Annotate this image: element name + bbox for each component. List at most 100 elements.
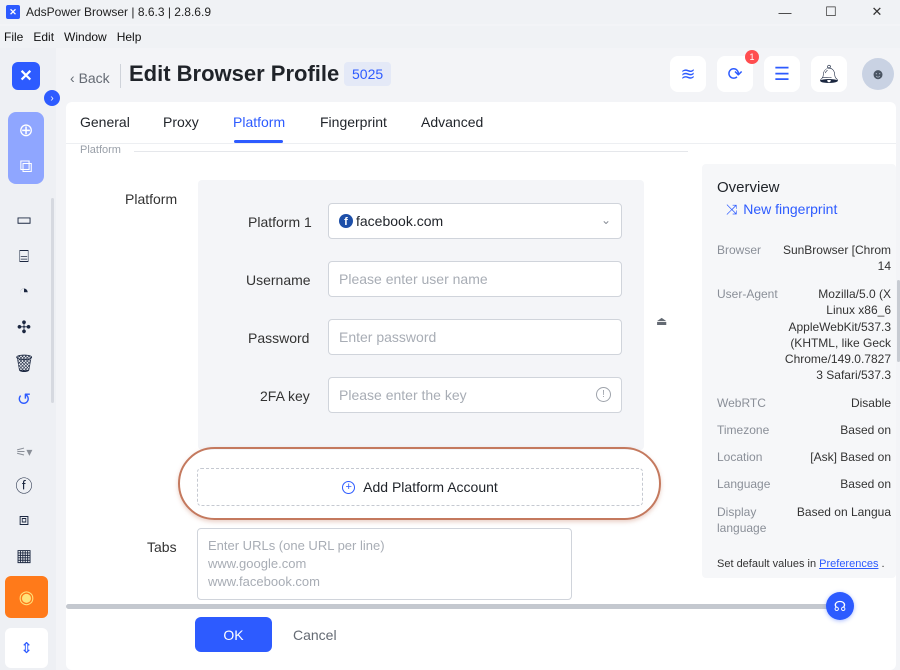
page-title: Edit Browser Profile bbox=[129, 61, 340, 86]
twofa-input[interactable]: Please enter the key ! bbox=[328, 377, 622, 413]
maximize-button[interactable]: ☐ bbox=[808, 0, 854, 24]
info-icon[interactable]: ! bbox=[596, 387, 611, 402]
restore-icon[interactable]: ↺ bbox=[12, 388, 36, 412]
menu-window[interactable]: Window bbox=[64, 30, 107, 44]
switch-account-icon[interactable]: ⇕ bbox=[5, 628, 48, 668]
profiles-icon[interactable]: ▭ bbox=[12, 208, 36, 232]
update-count-badge: 1 bbox=[745, 50, 759, 64]
automation-icon[interactable]: ⓕ bbox=[12, 472, 36, 496]
platform1-label: Platform 1 bbox=[248, 214, 312, 230]
overview-footer-end: . bbox=[881, 558, 885, 570]
back-label: Back bbox=[78, 70, 110, 86]
overview-value: Disable bbox=[850, 396, 891, 410]
customer-support-icon[interactable]: ☊ bbox=[826, 592, 854, 620]
proxy-globe-icon[interactable]: ◔ bbox=[12, 280, 36, 304]
tabs-placeholder-line: www.facebook.com bbox=[208, 574, 320, 589]
overview-value: Based on Langua bbox=[796, 505, 891, 519]
trash-icon[interactable]: 🗑 bbox=[12, 352, 36, 376]
sidebar-scrollbar[interactable] bbox=[51, 198, 54, 403]
tabs-label: Tabs bbox=[147, 539, 177, 555]
groups-folder-icon[interactable]: ⌸ bbox=[12, 245, 36, 269]
cancel-button[interactable]: Cancel bbox=[293, 627, 337, 643]
update-icon[interactable]: ⟳ 1 bbox=[717, 50, 759, 92]
rpa-flow-icon[interactable]: ⧈ bbox=[12, 508, 36, 532]
bell-icon[interactable]: 🔔︎ bbox=[811, 56, 847, 92]
tab-bar: General Proxy Platform Fingerprint Advan… bbox=[66, 102, 896, 144]
tabs-urls-textarea[interactable]: Enter URLs (one URL per line) www.google… bbox=[197, 528, 572, 600]
app-logo-icon: ✕ bbox=[6, 5, 20, 19]
overview-footer: Set default values in Preferences . bbox=[717, 558, 885, 570]
extensions-puzzle-icon[interactable]: ✣ bbox=[12, 316, 36, 340]
overview-key: Browser bbox=[717, 243, 762, 257]
adspower-logo-icon[interactable]: ✕ bbox=[12, 62, 40, 90]
network-wifi-icon[interactable]: ≋ bbox=[670, 56, 706, 92]
api-icon[interactable]: ▦ bbox=[12, 544, 36, 568]
menu-file[interactable]: File bbox=[4, 30, 23, 44]
overview-key: Language bbox=[717, 477, 771, 491]
tabs-placeholder-line: www.google.com bbox=[208, 556, 307, 571]
password-placeholder: Enter password bbox=[339, 329, 437, 345]
new-fingerprint-label: New fingerprint bbox=[743, 201, 838, 217]
tab-general[interactable]: General bbox=[80, 114, 130, 130]
clipboard-paste-icon[interactable]: ⏏ bbox=[656, 314, 667, 328]
username-input[interactable]: Please enter user name bbox=[328, 261, 622, 297]
overview-value: Mozilla/5.0 (X Linux x86_6 AppleWebKit/5… bbox=[784, 287, 891, 383]
twofa-label: 2FA key bbox=[260, 388, 310, 404]
section-label: Platform bbox=[80, 144, 121, 156]
new-profile-icon[interactable]: ⊕ bbox=[8, 112, 44, 148]
close-button[interactable]: ✕ bbox=[854, 0, 900, 24]
overview-panel: Overview ⤨ New fingerprint Browser SunBro… bbox=[702, 164, 896, 578]
new-fingerprint-link[interactable]: ⤨ New fingerprint bbox=[726, 201, 837, 218]
tab-proxy[interactable]: Proxy bbox=[163, 114, 199, 130]
profile-id-badge: 5025 bbox=[344, 62, 392, 86]
overview-value: Based on bbox=[840, 423, 891, 437]
page-header: ‹ Back Edit Browser Profile 5025 ≋ ⟳ 1 ☰… bbox=[56, 48, 900, 100]
window-titlebar: ✕ AdsPower Browser | 8.6.3 | 2.8.6.9 — ☐… bbox=[0, 0, 900, 24]
overview-title: Overview bbox=[717, 179, 780, 196]
minimize-button[interactable]: — bbox=[762, 0, 808, 24]
platform-select-value: facebook.com bbox=[356, 213, 444, 229]
add-platform-account-label: Add Platform Account bbox=[363, 479, 498, 495]
overview-value: [Ask] Based on bbox=[810, 450, 891, 464]
password-label: Password bbox=[248, 330, 310, 346]
twofa-placeholder: Please enter the key bbox=[339, 387, 467, 403]
plus-circle-icon: + bbox=[342, 480, 356, 494]
task-list-icon[interactable]: ☰ bbox=[764, 56, 800, 92]
password-input[interactable]: Enter password bbox=[328, 319, 622, 355]
overview-value: SunBrowser [Chrom 14 bbox=[782, 243, 891, 273]
overview-footer-text: Set default values in bbox=[717, 558, 817, 570]
rewards-coin-icon[interactable]: ◉ bbox=[5, 576, 48, 618]
overview-key: User-Agent bbox=[717, 287, 778, 301]
batch-import-icon[interactable]: ⧉ bbox=[8, 148, 44, 184]
username-placeholder: Please enter user name bbox=[339, 271, 488, 287]
platform-select[interactable]: f facebook.com ⌄ bbox=[328, 203, 622, 239]
add-platform-account-button[interactable]: + Add Platform Account bbox=[197, 468, 643, 506]
tab-advanced[interactable]: Advanced bbox=[421, 114, 483, 130]
preferences-link[interactable]: Preferences bbox=[819, 558, 878, 570]
menu-bar: File Edit Window Help bbox=[0, 26, 900, 48]
tabs-placeholder-line: Enter URLs (one URL per line) bbox=[208, 538, 385, 553]
avatar[interactable]: ☻ bbox=[862, 58, 894, 90]
menu-edit[interactable]: Edit bbox=[33, 30, 54, 44]
chevron-down-icon: ⌄ bbox=[600, 213, 611, 227]
header-divider bbox=[120, 64, 121, 88]
overview-key: Display language bbox=[717, 505, 767, 535]
horizontal-scrollbar[interactable] bbox=[66, 604, 846, 609]
back-link[interactable]: ‹ Back bbox=[70, 70, 110, 86]
window-title: AdsPower Browser | 8.6.3 | 2.8.6.9 bbox=[26, 5, 211, 19]
platform-label: Platform bbox=[125, 191, 178, 207]
ok-button[interactable]: OK bbox=[195, 617, 272, 652]
tab-fingerprint[interactable]: Fingerprint bbox=[320, 114, 387, 130]
tab-platform[interactable]: Platform bbox=[233, 114, 285, 130]
overview-key: Location bbox=[717, 450, 763, 464]
overview-key: WebRTC bbox=[717, 396, 766, 410]
section-divider bbox=[134, 151, 688, 152]
quick-actions-group: ⊕ ⧉ bbox=[8, 112, 44, 184]
overview-key: Timezone bbox=[717, 423, 770, 437]
menu-help[interactable]: Help bbox=[117, 30, 142, 44]
facebook-icon: f bbox=[339, 214, 353, 228]
tools-filter-icon[interactable]: ⚟▾ bbox=[12, 440, 36, 464]
overview-value: Based on bbox=[840, 477, 891, 491]
active-tab-indicator bbox=[234, 140, 283, 143]
shuffle-icon: ⤨ bbox=[726, 201, 738, 217]
